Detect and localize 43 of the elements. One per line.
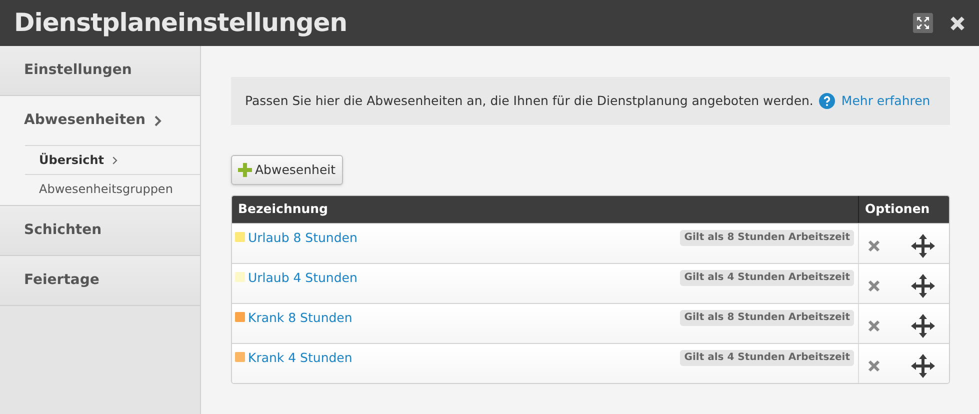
absence-link[interactable]: Krank 4 Stunden [248,349,680,368]
delete-button[interactable] [867,318,881,332]
close-icon [868,320,880,332]
drag-handle[interactable] [911,354,935,378]
column-header: Bezeichnung [237,200,329,218]
move-icon [911,354,935,378]
delete-button[interactable] [867,358,881,372]
chevron-icon [154,114,162,126]
working-time-badge: Gilt als 4 Stunden Arbeitszeit [680,350,854,366]
close-icon [868,240,880,252]
learn-more-link[interactable]: Mehr erfahren [841,92,930,110]
sidebar-subitem[interactable]: Abwesenheitsgruppen [25,174,200,203]
fullscreen-button[interactable] [913,13,933,33]
add-absence-button[interactable]: Abwesenheit [231,155,343,185]
help-icon [819,93,836,109]
close-icon [868,280,880,292]
move-icon [911,234,935,258]
sidebar-item[interactable]: Schichten [0,206,200,255]
chevron-icon [112,156,118,164]
window-title: Dienstplaneinstellungen [14,7,348,40]
absence-link[interactable]: Urlaub 4 Stunden [248,269,680,288]
delete-button[interactable] [867,278,881,292]
working-time-badge: Gilt als 8 Stunden Arbeitszeit [680,310,854,326]
close-button[interactable] [949,15,965,31]
sidebar-item[interactable]: Abwesenheiten [0,96,200,145]
sidebar-item[interactable]: Feiertage [0,256,200,305]
drag-handle[interactable] [911,314,935,338]
working-time-badge: Gilt als 4 Stunden Arbeitszeit [680,270,854,286]
sidebar-subitem[interactable]: Übersicht [25,145,200,174]
delete-button[interactable] [867,238,881,252]
expand-icon [916,16,930,30]
close-icon [868,360,880,372]
drag-handle[interactable] [911,234,935,258]
absence-link[interactable]: Krank 8 Stunden [248,309,680,328]
plus-icon [238,163,252,177]
move-icon [911,274,935,298]
close-icon [950,16,964,30]
info-text: Passen Sie hier die Abwesenheiten an, die Ihnen für die Dienstplanung angeboten werden. [245,92,814,110]
absence-link[interactable]: Urlaub 8 Stunden [248,229,680,248]
working-time-badge: Gilt als 8 Stunden Arbeitszeit [680,230,854,246]
sidebar-item[interactable]: Einstellungen [0,46,200,95]
drag-handle[interactable] [911,274,935,298]
move-icon [911,314,935,338]
